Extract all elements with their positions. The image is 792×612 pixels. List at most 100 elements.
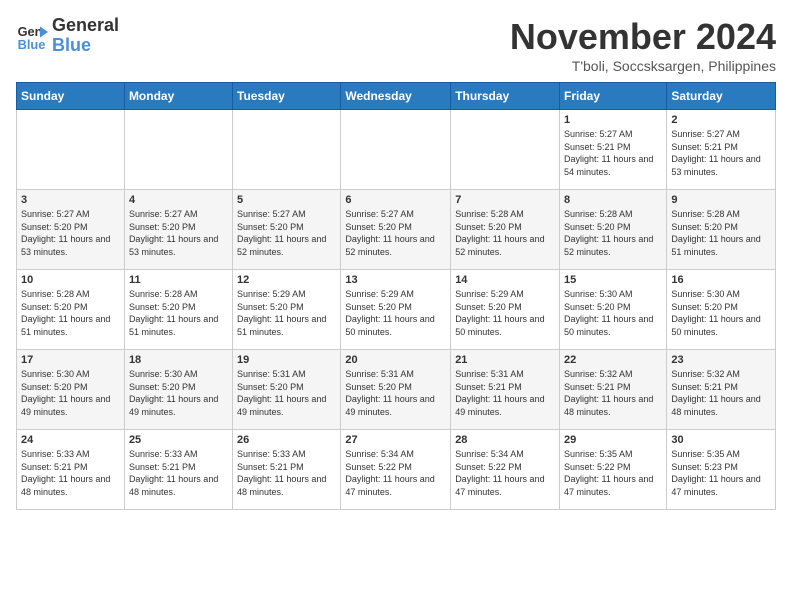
day-info: Sunrise: 5:28 AM Sunset: 5:20 PM Dayligh… xyxy=(455,208,555,258)
col-header-monday: Monday xyxy=(124,83,232,110)
col-header-saturday: Saturday xyxy=(667,83,776,110)
day-number: 5 xyxy=(237,194,336,206)
calendar-cell: 7 Sunrise: 5:28 AM Sunset: 5:20 PM Daylig… xyxy=(451,190,560,270)
day-number: 19 xyxy=(237,354,336,366)
day-number: 13 xyxy=(345,274,446,286)
day-number: 11 xyxy=(129,274,228,286)
day-number: 20 xyxy=(345,354,446,366)
calendar-cell: 17 Sunrise: 5:30 AM Sunset: 5:20 PM Dayli… xyxy=(17,350,125,430)
day-number: 1 xyxy=(564,114,662,126)
logo: Gen Blue General Blue xyxy=(16,16,119,56)
day-info: Sunrise: 5:30 AM Sunset: 5:20 PM Dayligh… xyxy=(21,368,120,418)
calendar-cell: 6Sunrise: 5:27 AM Sunset: 5:20 PM Daylig… xyxy=(341,190,451,270)
day-info: Sunrise: 5:27 AM Sunset: 5:20 PM Dayligh… xyxy=(129,208,228,258)
calendar-cell xyxy=(451,110,560,190)
calendar-cell: 14Sunrise: 5:29 AM Sunset: 5:20 PM Dayli… xyxy=(451,270,560,350)
day-info: Sunrise: 5:33 AM Sunset: 5:21 PM Dayligh… xyxy=(129,448,228,498)
calendar-cell: 11 Sunrise: 5:28 AM Sunset: 5:20 PM Dayli… xyxy=(124,270,232,350)
day-info: Sunrise: 5:30 AM Sunset: 5:20 PM Dayligh… xyxy=(129,368,228,418)
day-info: Sunrise: 5:29 AM Sunset: 5:20 PM Dayligh… xyxy=(237,288,336,338)
calendar-week-5: 24 Sunrise: 5:33 AM Sunset: 5:21 PM Dayli… xyxy=(17,430,776,510)
calendar-cell: 26 Sunrise: 5:33 AM Sunset: 5:21 PM Dayli… xyxy=(233,430,341,510)
day-number: 30 xyxy=(671,434,771,446)
calendar-cell: 8Sunrise: 5:28 AM Sunset: 5:20 PM Daylig… xyxy=(560,190,667,270)
day-info: Sunrise: 5:28 AM Sunset: 5:20 PM Dayligh… xyxy=(671,208,771,258)
day-info: Sunrise: 5:33 AM Sunset: 5:21 PM Dayligh… xyxy=(237,448,336,498)
calendar-cell: 24 Sunrise: 5:33 AM Sunset: 5:21 PM Dayli… xyxy=(17,430,125,510)
col-header-thursday: Thursday xyxy=(451,83,560,110)
location: T'boli, Soccsksargen, Philippines xyxy=(510,58,776,74)
day-info: Sunrise: 5:31 AM Sunset: 5:21 PM Dayligh… xyxy=(455,368,555,418)
day-number: 24 xyxy=(21,434,120,446)
day-info: Sunrise: 5:28 AM Sunset: 5:20 PM Dayligh… xyxy=(129,288,228,338)
calendar-cell: 4Sunrise: 5:27 AM Sunset: 5:20 PM Daylig… xyxy=(124,190,232,270)
title-section: November 2024 T'boli, Soccsksargen, Phil… xyxy=(510,16,776,74)
day-number: 7 xyxy=(455,194,555,206)
day-number: 16 xyxy=(671,274,771,286)
logo-icon: Gen Blue xyxy=(16,20,48,52)
day-info: Sunrise: 5:27 AM Sunset: 5:21 PM Dayligh… xyxy=(671,128,771,178)
day-info: Sunrise: 5:27 AM Sunset: 5:21 PM Dayligh… xyxy=(564,128,662,178)
day-number: 18 xyxy=(129,354,228,366)
calendar-week-1: 1 Sunrise: 5:27 AM Sunset: 5:21 PM Daylig… xyxy=(17,110,776,190)
day-number: 3 xyxy=(21,194,120,206)
day-info: Sunrise: 5:34 AM Sunset: 5:22 PM Dayligh… xyxy=(345,448,446,498)
day-number: 26 xyxy=(237,434,336,446)
day-number: 23 xyxy=(671,354,771,366)
logo-text-blue: Blue xyxy=(52,36,119,56)
day-number: 6 xyxy=(345,194,446,206)
calendar-week-4: 17 Sunrise: 5:30 AM Sunset: 5:20 PM Dayli… xyxy=(17,350,776,430)
calendar-cell xyxy=(233,110,341,190)
calendar-cell: 12 Sunrise: 5:29 AM Sunset: 5:20 PM Dayli… xyxy=(233,270,341,350)
day-number: 17 xyxy=(21,354,120,366)
calendar-cell: 29 Sunrise: 5:35 AM Sunset: 5:22 PM Dayli… xyxy=(560,430,667,510)
day-number: 10 xyxy=(21,274,120,286)
day-info: Sunrise: 5:31 AM Sunset: 5:20 PM Dayligh… xyxy=(345,368,446,418)
day-number: 15 xyxy=(564,274,662,286)
col-header-sunday: Sunday xyxy=(17,83,125,110)
day-number: 2 xyxy=(671,114,771,126)
day-info: Sunrise: 5:33 AM Sunset: 5:21 PM Dayligh… xyxy=(21,448,120,498)
calendar-cell: 1 Sunrise: 5:27 AM Sunset: 5:21 PM Daylig… xyxy=(560,110,667,190)
logo-wordmark: General Blue xyxy=(52,16,119,56)
calendar-cell: 5 Sunrise: 5:27 AM Sunset: 5:20 PM Daylig… xyxy=(233,190,341,270)
calendar-cell xyxy=(341,110,451,190)
day-info: Sunrise: 5:28 AM Sunset: 5:20 PM Dayligh… xyxy=(564,208,662,258)
calendar-cell: 30 Sunrise: 5:35 AM Sunset: 5:23 PM Dayli… xyxy=(667,430,776,510)
calendar-week-3: 10 Sunrise: 5:28 AM Sunset: 5:20 PM Dayli… xyxy=(17,270,776,350)
day-info: Sunrise: 5:28 AM Sunset: 5:20 PM Dayligh… xyxy=(21,288,120,338)
calendar-cell: 22 Sunrise: 5:32 AM Sunset: 5:21 PM Dayli… xyxy=(560,350,667,430)
calendar-cell: 3Sunrise: 5:27 AM Sunset: 5:20 PM Daylig… xyxy=(17,190,125,270)
page-header: Gen Blue General Blue November 2024 T'bo… xyxy=(16,16,776,74)
day-number: 9 xyxy=(671,194,771,206)
day-info: Sunrise: 5:34 AM Sunset: 5:22 PM Dayligh… xyxy=(455,448,555,498)
day-info: Sunrise: 5:27 AM Sunset: 5:20 PM Dayligh… xyxy=(237,208,336,258)
svg-text:Blue: Blue xyxy=(18,37,46,52)
col-header-tuesday: Tuesday xyxy=(233,83,341,110)
calendar-cell: 19 Sunrise: 5:31 AM Sunset: 5:20 PM Dayli… xyxy=(233,350,341,430)
day-info: Sunrise: 5:31 AM Sunset: 5:20 PM Dayligh… xyxy=(237,368,336,418)
day-number: 27 xyxy=(345,434,446,446)
col-header-friday: Friday xyxy=(560,83,667,110)
day-number: 12 xyxy=(237,274,336,286)
calendar-cell: 18 Sunrise: 5:30 AM Sunset: 5:20 PM Dayli… xyxy=(124,350,232,430)
day-info: Sunrise: 5:32 AM Sunset: 5:21 PM Dayligh… xyxy=(564,368,662,418)
calendar-cell: 25 Sunrise: 5:33 AM Sunset: 5:21 PM Dayli… xyxy=(124,430,232,510)
day-number: 22 xyxy=(564,354,662,366)
day-info: Sunrise: 5:35 AM Sunset: 5:22 PM Dayligh… xyxy=(564,448,662,498)
calendar-table: SundayMondayTuesdayWednesdayThursdayFrid… xyxy=(16,82,776,510)
calendar-cell: 21Sunrise: 5:31 AM Sunset: 5:21 PM Dayli… xyxy=(451,350,560,430)
day-number: 28 xyxy=(455,434,555,446)
day-number: 25 xyxy=(129,434,228,446)
day-info: Sunrise: 5:35 AM Sunset: 5:23 PM Dayligh… xyxy=(671,448,771,498)
calendar-cell: 23 Sunrise: 5:32 AM Sunset: 5:21 PM Dayli… xyxy=(667,350,776,430)
calendar-cell xyxy=(17,110,125,190)
calendar-cell: 16Sunrise: 5:30 AM Sunset: 5:20 PM Dayli… xyxy=(667,270,776,350)
day-info: Sunrise: 5:29 AM Sunset: 5:20 PM Dayligh… xyxy=(455,288,555,338)
calendar-cell: 2 Sunrise: 5:27 AM Sunset: 5:21 PM Daylig… xyxy=(667,110,776,190)
day-info: Sunrise: 5:32 AM Sunset: 5:21 PM Dayligh… xyxy=(671,368,771,418)
day-number: 29 xyxy=(564,434,662,446)
calendar-cell: 27 Sunrise: 5:34 AM Sunset: 5:22 PM Dayli… xyxy=(341,430,451,510)
calendar-cell: 15Sunrise: 5:30 AM Sunset: 5:20 PM Dayli… xyxy=(560,270,667,350)
calendar-cell: 10 Sunrise: 5:28 AM Sunset: 5:20 PM Dayli… xyxy=(17,270,125,350)
